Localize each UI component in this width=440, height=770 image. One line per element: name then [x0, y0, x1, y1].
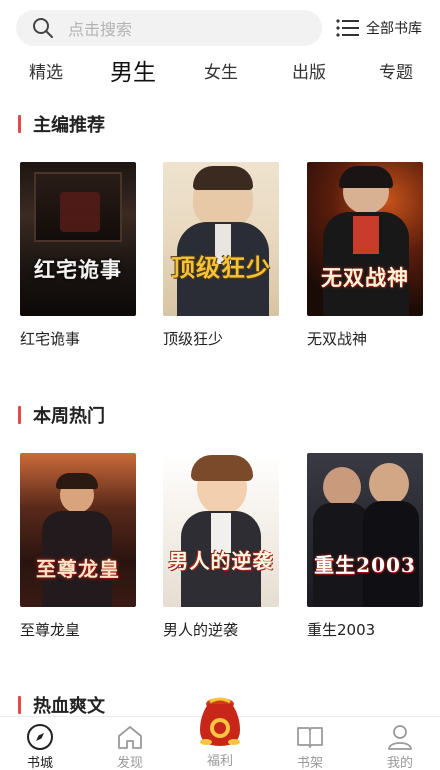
top-bar: 点击搜索 全部书库	[0, 0, 440, 56]
nav-label: 我的	[386, 756, 413, 770]
category-tabs: 精选 男生 女生 出版 专题	[0, 56, 440, 92]
cover-title: 无双战神	[321, 265, 409, 290]
list-icon	[336, 19, 359, 37]
section-title: 本周热门	[33, 406, 105, 427]
book-title: 男人的逆袭	[163, 621, 239, 639]
section-accent-bar	[18, 696, 21, 714]
cover-title: 重生2003	[314, 553, 416, 577]
nav-label: 书城	[26, 756, 53, 770]
search-placeholder: 点击搜索	[68, 20, 133, 39]
user-icon	[388, 725, 412, 750]
book-cover[interactable]: 红宅诡事	[20, 162, 136, 316]
section-title: 热血爽文	[33, 696, 105, 717]
book-card[interactable]: 重生2003 重生2003	[307, 453, 423, 640]
cover-title: 男人的逆袭	[168, 549, 274, 573]
book-card[interactable]: 无双战神 无双战神	[307, 162, 423, 349]
tab-male[interactable]: 男生	[98, 56, 168, 92]
book-cover[interactable]: 重生2003	[307, 453, 423, 607]
section-title: 主编推荐	[33, 115, 105, 136]
home-icon	[118, 726, 142, 749]
book-icon	[297, 727, 323, 748]
section-accent-bar	[18, 406, 21, 424]
book-title: 至尊龙皇	[20, 621, 81, 639]
book-cover[interactable]: 无双战神	[307, 162, 423, 316]
tab-featured[interactable]: 精选	[11, 56, 81, 92]
search-bar[interactable]: 点击搜索	[16, 10, 322, 46]
book-cover[interactable]: 男人的逆袭	[163, 453, 279, 607]
book-cover[interactable]: 顶级狂少	[163, 162, 279, 316]
section-weekly-hot: 本周热门	[18, 402, 105, 428]
book-title: 顶级狂少	[163, 330, 224, 348]
book-title: 无双战神	[307, 330, 368, 348]
cover-title: 红宅诡事	[34, 257, 122, 282]
section-hot-blooded: 热血爽文	[18, 692, 105, 718]
nav-discover[interactable]: 发现	[95, 717, 165, 770]
cover-title: 顶级狂少	[171, 253, 271, 282]
nav-label: 书架	[296, 756, 323, 770]
book-title: 红宅诡事	[20, 330, 81, 348]
book-card[interactable]: 至尊龙皇 至尊龙皇	[20, 453, 136, 640]
lucky-bag-icon[interactable]	[190, 692, 250, 750]
all-books-button[interactable]: 全部书库	[336, 16, 422, 40]
tab-publish[interactable]: 出版	[274, 56, 344, 92]
nav-bookshelf[interactable]: 书架	[275, 717, 345, 770]
book-card[interactable]: 男人的逆袭 男人的逆袭	[163, 453, 279, 640]
cover-title: 至尊龙皇	[36, 557, 120, 581]
all-books-label: 全部书库	[366, 21, 422, 37]
search-icon	[33, 18, 53, 38]
nav-label: 发现	[116, 756, 143, 770]
section-accent-bar	[18, 115, 21, 133]
book-cover[interactable]: 至尊龙皇	[20, 453, 136, 607]
nav-bookstore[interactable]: 书城	[5, 717, 75, 770]
tab-female[interactable]: 女生	[186, 56, 256, 92]
book-card[interactable]: 红宅诡事 红宅诡事	[20, 162, 136, 349]
book-card[interactable]: 顶级狂少 顶级狂少	[163, 162, 279, 349]
tab-topics[interactable]: 专题	[361, 56, 431, 92]
compass-icon	[27, 724, 53, 750]
nav-welfare-label[interactable]: 福利	[185, 750, 255, 769]
section-editor-picks: 主编推荐	[18, 111, 105, 137]
book-title: 重生2003	[307, 621, 376, 639]
nav-profile[interactable]: 我的	[365, 717, 435, 770]
